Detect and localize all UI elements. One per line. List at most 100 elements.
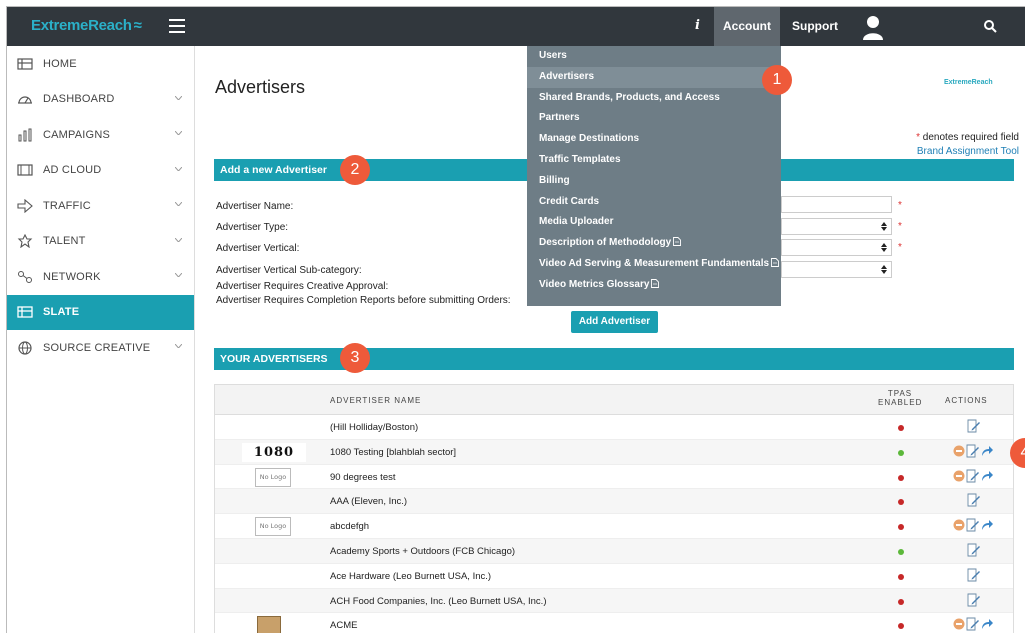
tpas-disabled-dot xyxy=(898,524,904,531)
chevron-down-icon[interactable] xyxy=(175,202,182,206)
remove-icon[interactable] xyxy=(953,617,965,633)
advertiser-name-input[interactable] xyxy=(781,196,892,213)
account-menu-item[interactable]: Shared Brands, Products, and Access xyxy=(527,88,781,109)
advertiser-vertical-label: Advertiser Vertical: xyxy=(216,243,300,254)
chevron-down-icon[interactable] xyxy=(175,344,182,348)
account-menu-item[interactable]: Partners xyxy=(527,108,781,129)
menu-item-label: Traffic Templates xyxy=(539,153,621,165)
advertisers-table: ADVERTISER NAME TPAS ENABLED ACTIONS (Hi… xyxy=(214,384,1014,633)
account-menu-item[interactable]: Advertisers xyxy=(527,66,781,88)
support-link[interactable]: Support xyxy=(792,7,838,46)
account-menu-button[interactable]: Account xyxy=(714,7,780,46)
sidebar-item-home[interactable]: HOME xyxy=(7,46,194,82)
tpas-header-line2: ENABLED xyxy=(878,398,923,407)
sidebar-item-network[interactable]: NETWORK xyxy=(7,259,194,295)
edit-icon[interactable] xyxy=(966,444,980,460)
advertiser-name-cell[interactable]: 1080 Testing [blahblah sector] xyxy=(330,447,456,458)
search-icon[interactable] xyxy=(983,19,997,33)
account-menu-item[interactable]: Manage Destinations xyxy=(527,129,781,150)
remove-icon[interactable] xyxy=(953,469,965,485)
table-row[interactable]: Ace Hardware (Leo Burnett USA, Inc.) xyxy=(215,564,1013,589)
menu-item-label: Manage Destinations xyxy=(539,133,640,145)
sidebar-item-traffic[interactable]: TRAFFIC xyxy=(7,188,194,224)
sidebar-item-label: TRAFFIC xyxy=(43,199,91,212)
share-icon[interactable] xyxy=(981,518,993,534)
advertiser-subcategory-label: Advertiser Vertical Sub-category: xyxy=(216,265,362,276)
callout-badge: 1 xyxy=(762,65,792,95)
account-menu-item[interactable]: Credit Cards xyxy=(527,192,781,213)
sidebar-item-ad-cloud[interactable]: AD CLOUD xyxy=(7,153,194,189)
advertiser-name-cell[interactable]: Academy Sports + Outdoors (FCB Chicago) xyxy=(330,546,515,557)
tpas-enabled-column-header[interactable]: TPAS ENABLED xyxy=(878,389,922,407)
sidebar: HOME DASHBOARD CAMPAIGNS AD CLOUD TRAFFIC TAL… xyxy=(7,46,195,633)
account-menu-item[interactable]: Traffic Templates xyxy=(527,150,781,171)
table-row[interactable]: No Logo 90 degrees test xyxy=(215,465,1013,490)
remove-icon[interactable] xyxy=(953,518,965,534)
account-menu-item[interactable]: Billing xyxy=(527,171,781,192)
edit-icon[interactable] xyxy=(966,469,980,485)
brand-assignment-tool-link[interactable]: Brand Assignment Tool xyxy=(917,146,1019,157)
info-icon[interactable]: i xyxy=(695,18,700,33)
logo-swoosh-icon: ≈ xyxy=(133,17,142,34)
advertiser-name-cell[interactable]: ACME xyxy=(330,620,357,631)
advertiser-name-cell[interactable]: Ace Hardware (Leo Burnett USA, Inc.) xyxy=(330,571,491,582)
arrow-right-icon xyxy=(17,198,33,213)
sidebar-item-talent[interactable]: TALENT xyxy=(7,224,194,260)
chevron-down-icon[interactable] xyxy=(175,166,182,171)
edit-icon[interactable] xyxy=(967,593,981,609)
advertiser-logo: No Logo xyxy=(255,517,291,537)
table-row[interactable]: No Logo abcdefgh xyxy=(215,514,1013,539)
user-avatar-icon[interactable] xyxy=(862,14,884,40)
menu-item-label: Video Metrics Glossary xyxy=(539,278,650,290)
account-menu-item[interactable]: Description of Methodology xyxy=(527,233,781,254)
advertiser-name-column-header[interactable]: ADVERTISER NAME xyxy=(330,396,421,405)
sidebar-item-source-creative[interactable]: SOURCE CREATIVE xyxy=(7,330,194,366)
edit-icon[interactable] xyxy=(967,419,981,435)
table-row[interactable]: (Hill Holliday/Boston) xyxy=(215,415,1013,440)
hamburger-menu-icon[interactable] xyxy=(169,19,185,33)
advertiser-subcategory-select[interactable] xyxy=(781,261,892,278)
edit-icon[interactable] xyxy=(967,543,981,559)
edit-icon[interactable] xyxy=(967,493,981,509)
sidebar-item-slate[interactable]: SLATE xyxy=(7,294,194,330)
brand-logo[interactable]: ExtremeReach ≈ xyxy=(31,17,142,34)
required-note-text: denotes required field xyxy=(920,132,1019,143)
add-advertiser-button[interactable]: Add Advertiser xyxy=(571,311,658,333)
share-icon[interactable] xyxy=(981,444,993,460)
edit-icon[interactable] xyxy=(967,568,981,584)
tpas-disabled-dot xyxy=(898,474,904,481)
advertiser-vertical-select[interactable] xyxy=(781,239,892,256)
share-icon[interactable] xyxy=(981,469,993,485)
required-field-note: * denotes required field xyxy=(916,132,1019,143)
callout-badge: 3 xyxy=(340,343,370,373)
chevron-down-icon[interactable] xyxy=(175,273,182,277)
advertiser-name-cell[interactable]: (Hill Holliday/Boston) xyxy=(330,422,418,433)
advertiser-name-cell[interactable]: abcdefgh xyxy=(330,521,369,532)
table-row[interactable]: ACME xyxy=(215,613,1013,633)
account-menu-item[interactable]: Video Metrics Glossary xyxy=(527,275,781,296)
chevron-down-icon[interactable] xyxy=(175,95,182,100)
advertiser-name-cell[interactable]: ACH Food Companies, Inc. (Leo Burnett US… xyxy=(330,596,546,607)
table-row[interactable]: 1080 1080 Testing [blahblah sector] xyxy=(215,439,1013,465)
advertiser-name-cell[interactable]: 90 degrees test xyxy=(330,472,396,483)
account-dropdown-menu: Users Advertisers Shared Brands, Products,… xyxy=(527,46,781,306)
table-row[interactable]: Academy Sports + Outdoors (FCB Chicago) xyxy=(215,538,1013,564)
advertiser-name-cell[interactable]: AAA (Eleven, Inc.) xyxy=(330,496,407,507)
edit-icon[interactable] xyxy=(966,518,980,534)
advertiser-type-select[interactable] xyxy=(781,218,892,235)
account-menu-item[interactable]: Users xyxy=(527,46,781,67)
table-row[interactable]: ACH Food Companies, Inc. (Leo Burnett US… xyxy=(215,588,1013,614)
creative-approval-label: Advertiser Requires Creative Approval: xyxy=(216,281,389,292)
share-icon[interactable] xyxy=(981,617,993,633)
edit-icon[interactable] xyxy=(966,617,980,633)
remove-icon[interactable] xyxy=(953,444,965,460)
advertiser-type-label: Advertiser Type: xyxy=(216,222,289,233)
table-row[interactable]: AAA (Eleven, Inc.) xyxy=(215,489,1013,515)
chevron-down-icon[interactable] xyxy=(175,131,182,135)
account-menu-item[interactable]: Video Ad Serving & Measurement Fundament… xyxy=(527,254,781,275)
sidebar-item-dashboard[interactable]: DASHBOARD xyxy=(7,82,194,118)
tpas-disabled-dot xyxy=(898,623,904,630)
sidebar-item-campaigns[interactable]: CAMPAIGNS xyxy=(7,117,194,153)
account-menu-item[interactable]: Media Uploader xyxy=(527,212,781,233)
chevron-down-icon[interactable] xyxy=(175,237,182,242)
